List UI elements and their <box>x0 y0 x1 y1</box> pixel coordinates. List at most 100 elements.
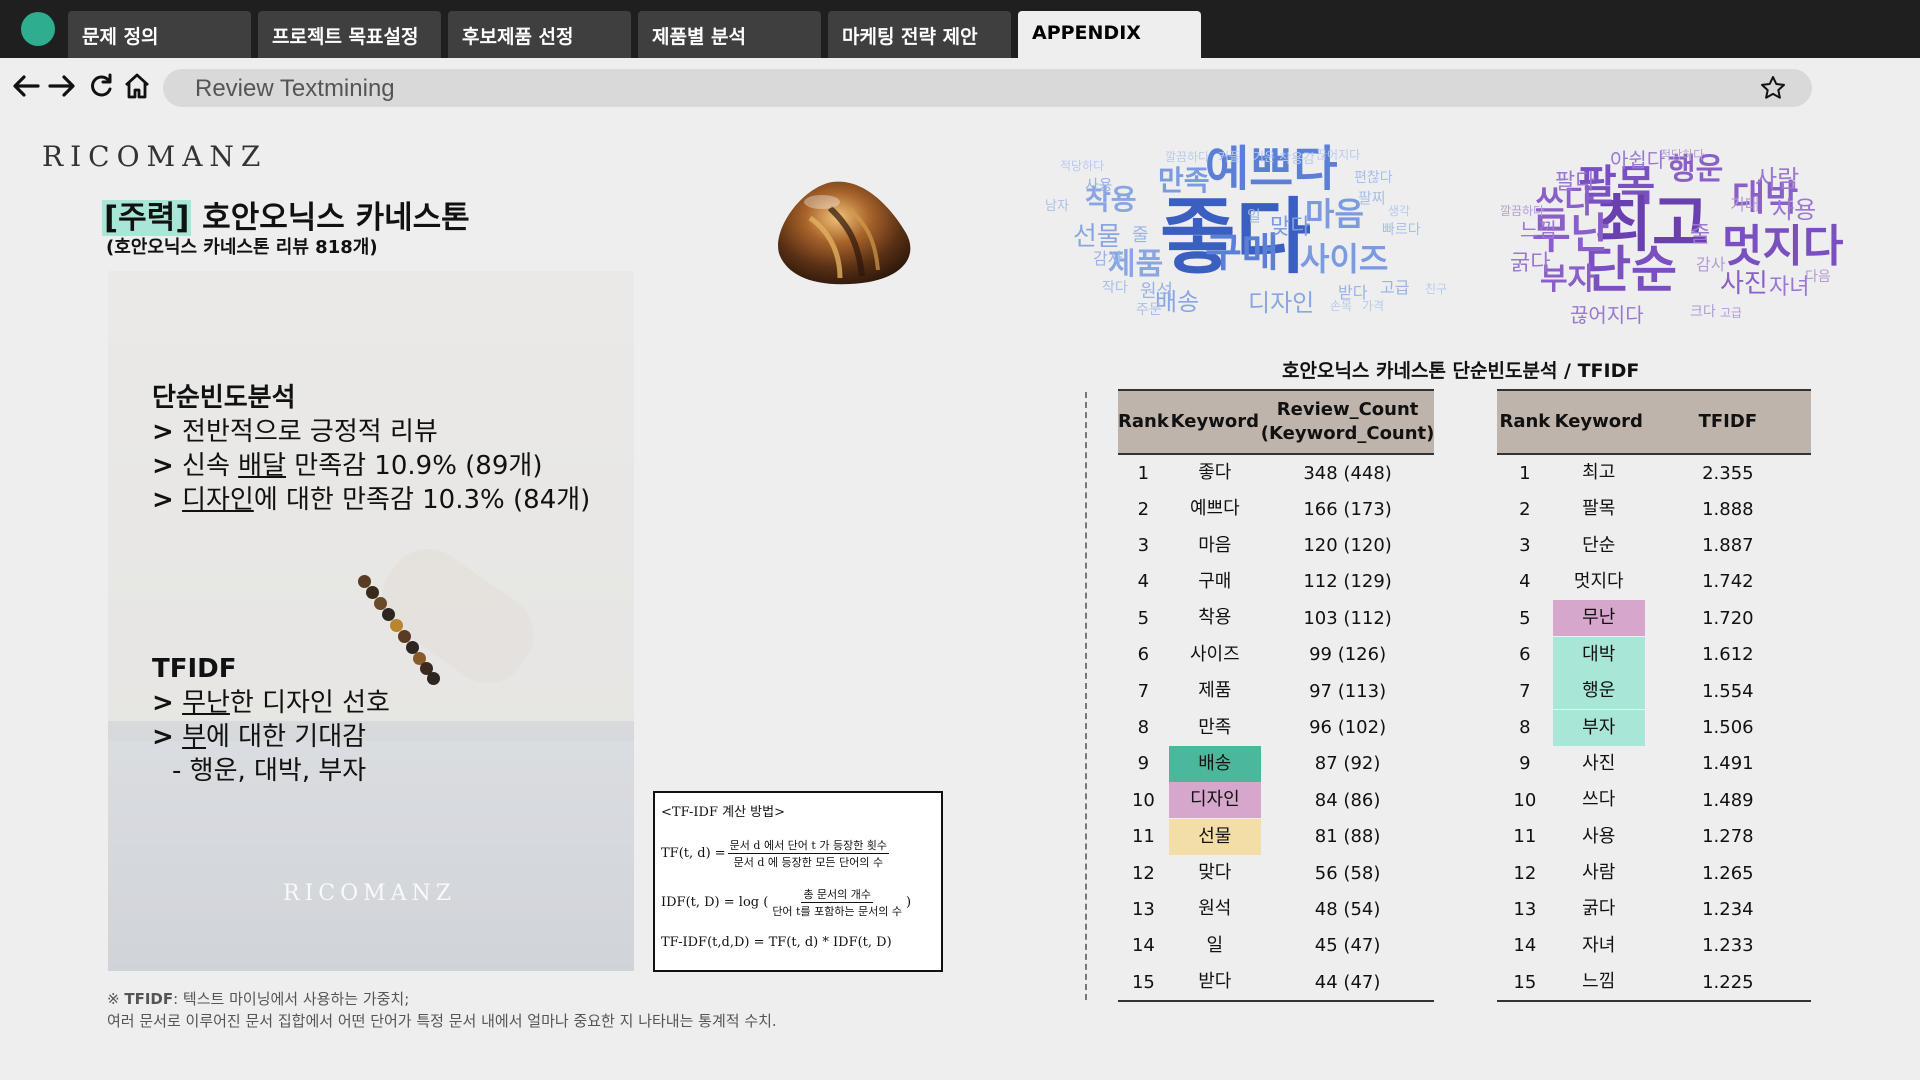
value-cell: 1.742 <box>1702 571 1754 593</box>
value-cell: 1.278 <box>1702 826 1754 848</box>
tfidf-table: Rank Keyword TFIDF 1 최고 2.355 2 팔목 1.888 3 단순 1.… <box>1497 389 1811 1003</box>
brand-logo: RICOMANZ <box>42 140 268 173</box>
tab-appendix[interactable]: APPENDIX <box>1018 11 1201 58</box>
keyword-cell: 부자 <box>1552 709 1645 746</box>
freq-header-rank: Rank <box>1118 389 1169 455</box>
rank-cell: 15 <box>1118 964 1169 1003</box>
tab-bar: 문제 정의 프로젝트 목표설정 후보제품 선정 제품별 분석 마케팅 전략 제안… <box>0 0 1920 58</box>
wordcloud-frequency-word: 팔찌 <box>1358 189 1386 207</box>
keyword-cell: 최고 <box>1553 454 1645 491</box>
rank-cell: 9 <box>1137 753 1150 775</box>
tfidf-point-1: > 무난한 디자인 선호 <box>152 688 390 718</box>
keyword-cell: 자녀 <box>1553 928 1645 964</box>
rank-cell: 8 <box>1137 717 1150 739</box>
wordcloud-frequency-word: 손목 <box>1330 299 1353 313</box>
address-bar[interactable]: Review Textmining <box>163 69 1812 107</box>
tab-candidate-selection[interactable]: 후보제품 선정 <box>448 11 631 58</box>
keyword-text: 대박 <box>1552 636 1645 673</box>
back-arrow-icon[interactable] <box>11 71 41 101</box>
wordcloud-tfidf-word: 느낌 <box>1520 218 1557 242</box>
keyword-text: 제품 <box>1198 680 1232 702</box>
reload-icon[interactable] <box>86 71 116 101</box>
keyword-text: 팔목 <box>1582 498 1616 520</box>
keyword-cell: 착용 <box>1169 600 1261 636</box>
keyword-text: 사람 <box>1582 862 1616 884</box>
value-cell: 1.554 <box>1702 680 1754 702</box>
tfidf-header-rank: Rank <box>1497 389 1553 455</box>
freq-table-row: 14 일 45 (47) <box>1118 928 1434 964</box>
wordcloud-tfidf-word: 크다 <box>1690 304 1716 320</box>
value-cell: 1.887 <box>1702 535 1754 557</box>
keyword-text: 일 <box>1206 934 1224 956</box>
forward-arrow-icon[interactable] <box>47 71 77 101</box>
keyword-text: 무난 <box>1552 600 1645 637</box>
value-cell: 112 (129) <box>1303 571 1392 593</box>
rank-cell: 10 <box>1131 789 1155 811</box>
value-cell: 103 (112) <box>1303 607 1392 629</box>
divider-line <box>1085 392 1087 1000</box>
keyword-text: 선물 <box>1168 818 1261 855</box>
keyword-text: 배송 <box>1168 745 1261 782</box>
tfidf-analysis-title: TFIDF <box>152 654 237 684</box>
keyword-text: 만족 <box>1198 716 1232 738</box>
keyword-cell: 팔목 <box>1553 491 1645 527</box>
frequency-point-2: > 신속 배달 만족감 10.9% (89개) <box>152 451 543 481</box>
rank-cell: 8 <box>1519 717 1531 739</box>
freq-header-keyword: Keyword <box>1168 389 1261 455</box>
keyword-cell: 쓰다 <box>1553 782 1645 818</box>
keyword-cell: 디자인 <box>1168 782 1261 819</box>
keyword-cell: 멋지다 <box>1553 564 1645 600</box>
freq-table-row: 11 선물 81 (88) <box>1118 818 1434 855</box>
freq-table-row: 12 맞다 56 (58) <box>1118 855 1434 891</box>
rank-cell: 7 <box>1519 680 1531 702</box>
wordcloud-tfidf-word: 사진 <box>1720 269 1768 299</box>
value-cell: 1.720 <box>1702 607 1754 629</box>
keyword-cell: 대박 <box>1552 636 1645 673</box>
tab-marketing-strategy[interactable]: 마케팅 전략 제안 <box>828 11 1011 58</box>
bookmark-star-icon[interactable] <box>1760 75 1786 101</box>
wordcloud-frequency-word: 감사 <box>1093 249 1123 268</box>
wordcloud-frequency-word: 사이즈 <box>1300 240 1389 278</box>
wordcloud-tfidf-word: 굵다 <box>1510 251 1551 276</box>
keyword-text: 디자인 <box>1168 782 1261 819</box>
rank-cell: 5 <box>1519 607 1531 629</box>
wordcloud-frequency-word: 고급 <box>1380 278 1410 297</box>
tiger-eye-stone-image <box>778 181 911 285</box>
wordcloud-frequency-word: 사용 <box>1085 176 1113 194</box>
frequency-analysis-summary: 단순빈도분석 > 전반적으로 긍정적 리뷰 > 신속 배달 만족감 10.9% … <box>152 381 590 517</box>
wordcloud-frequency-word: 줄 <box>1132 225 1149 246</box>
wordcloud-frequency-word: 주문 <box>1136 302 1162 318</box>
tab-problem-definition[interactable]: 문제 정의 <box>68 11 251 58</box>
tfidf-table-row: 4 멋지다 1.742 <box>1497 564 1811 600</box>
wordcloud-frequency-word: 깔끔하다 <box>1165 150 1210 164</box>
tab-product-analysis[interactable]: 제품별 분석 <box>638 11 821 58</box>
keyword-cell: 맞다 <box>1169 855 1261 891</box>
rank-cell: 11 <box>1513 826 1537 848</box>
value-cell: 81 (88) <box>1314 826 1381 848</box>
photo-watermark: RICOMANZ <box>283 881 457 906</box>
tab-project-goal[interactable]: 프로젝트 목표설정 <box>258 11 441 58</box>
wordcloud-tfidf-word: 깔끔하다 <box>1500 204 1545 218</box>
tfidf-analysis-summary: TFIDF > 무난한 디자인 선호 > 부에 대한 기대감 - 행운, 대박,… <box>152 652 390 788</box>
frequency-analysis-title: 단순빈도분석 <box>152 383 296 413</box>
window-dot-icon[interactable] <box>21 12 55 46</box>
value-cell: 97 (113) <box>1309 680 1387 702</box>
keyword-cell: 단순 <box>1553 527 1645 563</box>
keyword-text: 사진 <box>1582 752 1616 774</box>
wordcloud-frequency-word: 맞다 <box>1270 215 1311 240</box>
keyword-text: 예쁘다 <box>1189 498 1240 520</box>
wordcloud-frequency-word: 끊어지다 <box>1316 148 1361 162</box>
wordcloud-frequency-word: 적당하다 <box>1060 159 1105 173</box>
wordcloud-tfidf-word: 끊어지다 <box>1570 303 1644 327</box>
tfidf-table-row: 1 최고 2.355 <box>1497 454 1811 491</box>
value-cell: 84 (86) <box>1314 789 1381 811</box>
wordcloud-frequency-word: 친구 <box>1425 282 1448 296</box>
keyword-text: 단순 <box>1582 534 1616 556</box>
wordcloud-frequency-word: 착용감 <box>1279 152 1315 167</box>
tfidf-table-row: 9 사진 1.491 <box>1497 746 1811 782</box>
wordcloud-frequency-word: 편찮다 <box>1354 170 1393 186</box>
home-icon[interactable] <box>122 71 152 101</box>
wordcloud-frequency-word: 가격 <box>1362 299 1385 313</box>
rank-cell: 13 <box>1513 898 1537 920</box>
wordcloud-tfidf-word: 기대 <box>1730 195 1760 214</box>
